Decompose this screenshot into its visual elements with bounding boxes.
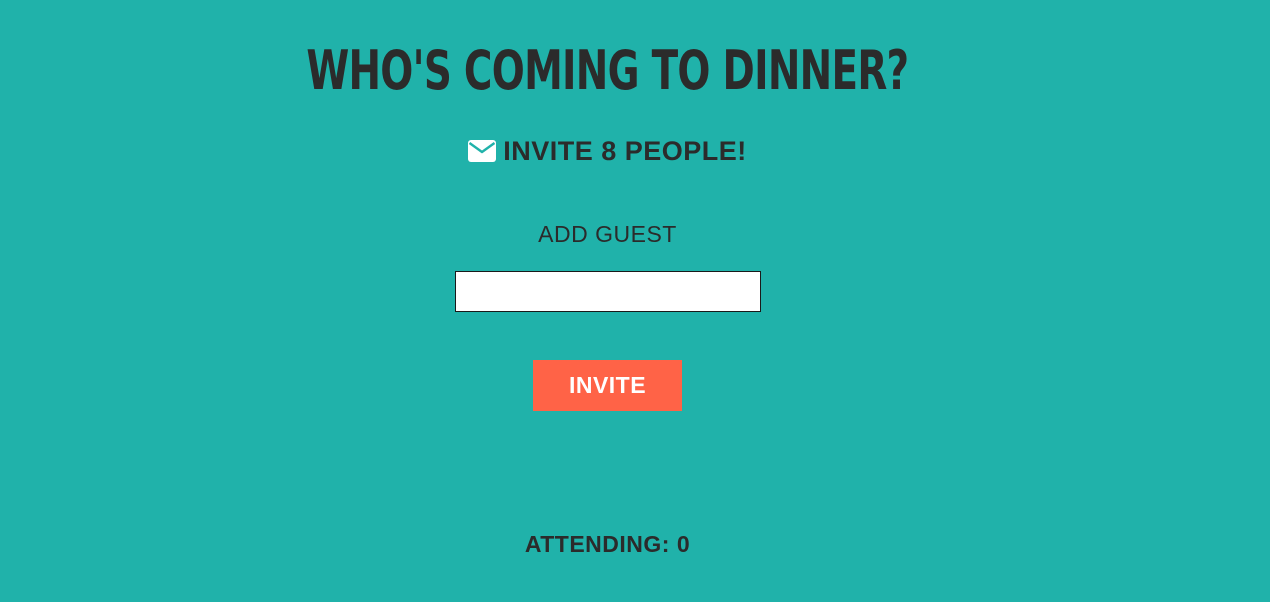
guest-name-input[interactable] — [455, 271, 761, 312]
page: WHO'S COMING TO DINNER? INVITE 8 PEOPLE!… — [0, 0, 1215, 602]
invite-count-text: INVITE 8 PEOPLE! — [503, 136, 747, 166]
attending-count: ATTENDING: 0 — [524, 531, 691, 557]
invite-count-heading: INVITE 8 PEOPLE! — [0, 134, 1215, 170]
envelope-icon — [468, 136, 497, 170]
invite-button[interactable]: INVITE — [533, 360, 682, 411]
page-title: WHO'S COMING TO DINNER? — [306, 39, 909, 102]
add-guest-label: ADD GUEST — [538, 221, 677, 247]
